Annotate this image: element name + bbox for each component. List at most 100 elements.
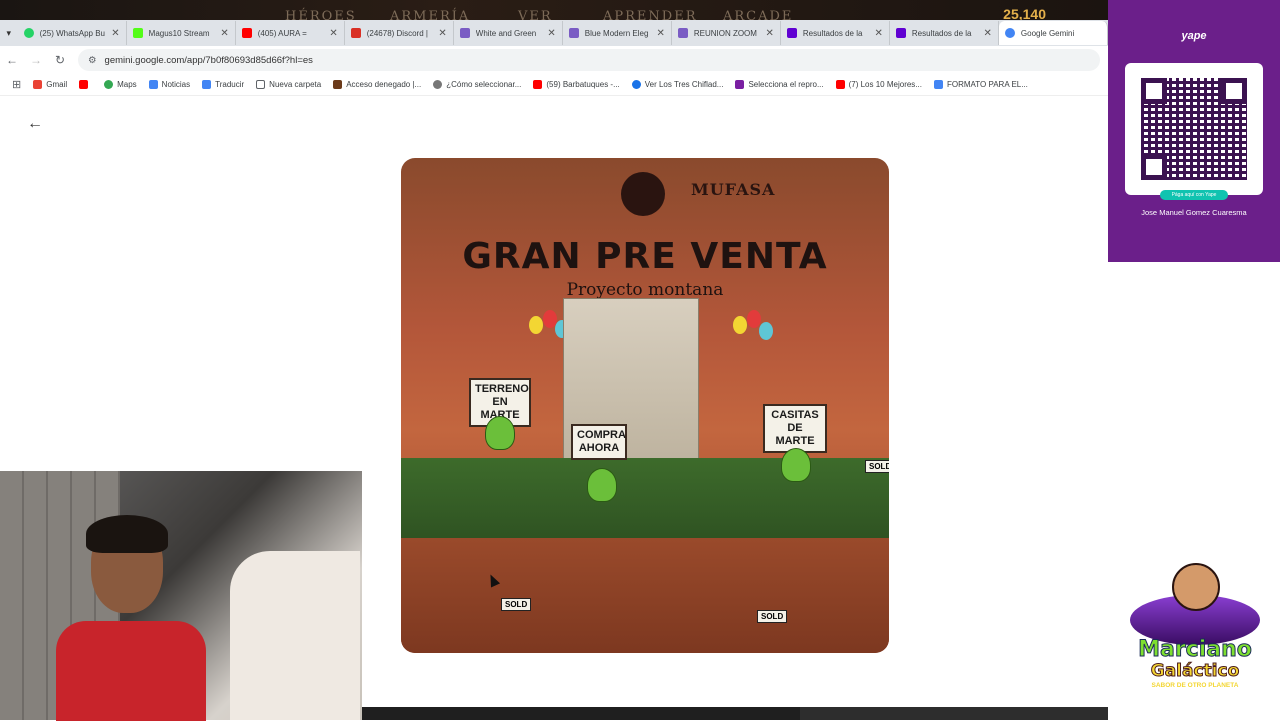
webcam-streamer	[56, 515, 206, 721]
bookmark-10-mejores[interactable]: (7) Los 10 Mejores...	[835, 80, 922, 89]
tab-close-icon[interactable]: ✕	[875, 28, 883, 39]
back-icon[interactable]: ←	[0, 53, 24, 67]
folder-icon	[256, 80, 266, 89]
bookmark-label: Nueva carpeta	[269, 80, 322, 89]
channel-logo-tagline: SABOR DE OTRO PLANETA	[1151, 682, 1239, 689]
tab-title: Magus10 Stream	[148, 28, 210, 38]
qr-finder-pattern	[1141, 78, 1167, 104]
tab-yahoo-results-1[interactable]: Resultados de la ✕	[781, 21, 890, 45]
bookmark-tres-chiflados[interactable]: Ver Los Tres Chiflad...	[631, 80, 724, 89]
poster-subtitle: Proyecto montana	[566, 280, 724, 300]
address-bar[interactable]: ⚙ gemini.google.com/app/7b0f80693d85d66f…	[78, 49, 1100, 71]
canva-icon	[677, 28, 688, 38]
kick-icon	[132, 28, 143, 38]
bookmark-label: Maps	[117, 80, 137, 89]
bookmark-label: (59) Barbatuques -...	[546, 80, 620, 89]
back-arrow-icon[interactable]: ←	[27, 115, 43, 133]
channel-logo-line2: Galáctico	[1150, 661, 1240, 682]
bookmark-acceso-denegado[interactable]: Acceso denegado |...	[333, 80, 421, 89]
tab-close-icon[interactable]: ✕	[329, 28, 337, 39]
tab-search-dropdown-icon[interactable]: ▾	[0, 28, 18, 39]
tab-title: Blue Modern Eleg	[584, 28, 649, 38]
poster-brand: MUFASA	[691, 180, 776, 199]
youtube-icon	[835, 80, 845, 89]
globe-icon	[433, 80, 443, 89]
balloon-icon	[747, 310, 761, 328]
player-icon	[735, 80, 745, 89]
tab-title: (25) WhatsApp Bu	[39, 28, 106, 38]
yahoo-icon	[895, 28, 906, 38]
webcam-overlay	[0, 471, 362, 721]
bookmark-label: Acceso denegado |...	[346, 80, 422, 89]
bookmark-como-seleccionar[interactable]: ¿Cómo seleccionar...	[433, 80, 521, 89]
tab-close-icon[interactable]: ✕	[765, 28, 773, 39]
tab-gemini[interactable]: Google Gemini	[998, 21, 1108, 45]
bookmarks-bar: ⊞ Gmail Maps Noticias Traducir Nueva car…	[0, 74, 1108, 96]
discord-icon	[350, 28, 361, 38]
apps-grid-icon[interactable]: ⊞	[12, 78, 21, 91]
yahoo-icon	[786, 28, 797, 38]
yape-pay-pill: Pága aquí con Yape	[1160, 190, 1228, 200]
tab-reunion-zoom[interactable]: REUNION ZOOM ✕	[672, 21, 781, 45]
translate-icon	[202, 80, 212, 89]
tab-close-icon[interactable]: ✕	[438, 28, 446, 39]
bookmark-gmail[interactable]: Gmail	[33, 80, 67, 89]
youtube-icon	[241, 28, 252, 38]
bookmark-label: ¿Cómo seleccionar...	[446, 80, 522, 89]
bookmark-label: Gmail	[46, 80, 68, 89]
tab-close-icon[interactable]: ✕	[547, 28, 555, 39]
gmail-icon	[33, 80, 43, 89]
qr-finder-pattern	[1141, 154, 1167, 180]
bookmark-traducir[interactable]: Traducir	[202, 80, 244, 89]
tab-discord[interactable]: (24678) Discord | ✕	[345, 21, 454, 45]
bookmark-selecciona-repro[interactable]: Selecciona el repro...	[735, 80, 824, 89]
bookmark-youtube[interactable]	[79, 80, 92, 89]
generated-image[interactable]: MUFASA GRAN PRE VENTA Proyecto montana T…	[401, 158, 889, 653]
taskbar-segment	[800, 707, 1108, 720]
bookmark-formato[interactable]: FORMATO PARA EL...	[933, 80, 1028, 89]
site-info-icon[interactable]: ⚙	[88, 55, 97, 66]
maps-icon	[104, 80, 114, 89]
reload-icon[interactable]: ↻	[48, 53, 72, 67]
tab-canva-white-green[interactable]: White and Green ✕	[454, 21, 563, 45]
whatsapp-icon	[23, 28, 34, 38]
qr-finder-pattern	[1221, 78, 1247, 104]
sold-tag: SOLD	[865, 460, 889, 473]
bookmark-label: Selecciona el repro...	[748, 80, 824, 89]
bookmark-label: Traducir	[215, 80, 245, 89]
taskbar-strip	[362, 707, 1108, 720]
gemini-sparkle-icon	[1004, 28, 1015, 38]
grass-lawn	[401, 458, 889, 538]
tab-close-icon[interactable]: ✕	[656, 28, 664, 39]
tab-youtube-aura[interactable]: (405) AURA = ✕	[236, 21, 345, 45]
url-text: gemini.google.com/app/7b0f80693d85d66f?h…	[104, 54, 313, 66]
tab-close-icon[interactable]: ✕	[984, 28, 992, 39]
streamer-hair	[86, 515, 168, 553]
tab-yahoo-results-2[interactable]: Resultados de la ✕	[890, 21, 999, 45]
tab-title: REUNION ZOOM	[693, 28, 757, 38]
tab-close-icon[interactable]: ✕	[111, 28, 119, 39]
forward-icon[interactable]: →	[24, 53, 48, 67]
tab-kick[interactable]: Magus10 Stream ✕	[127, 21, 236, 45]
balloon-icon	[759, 322, 773, 340]
yape-logo: yape	[1181, 30, 1207, 42]
bookmark-label: (7) Los 10 Mejores...	[848, 80, 922, 89]
canva-icon	[568, 28, 579, 38]
tab-title: White and Green	[475, 28, 537, 38]
tab-canva-blue-modern[interactable]: Blue Modern Eleg ✕	[563, 21, 672, 45]
bookmark-noticias[interactable]: Noticias	[148, 80, 190, 89]
tab-whatsapp[interactable]: (25) WhatsApp Bu ✕	[18, 21, 127, 45]
game-top-strip: HÉROES ARMERÍA VER APRENDER ARCADE 25,14…	[0, 0, 1108, 24]
tab-close-icon[interactable]: ✕	[220, 28, 228, 39]
bookmark-nueva-carpeta[interactable]: Nueva carpeta	[256, 80, 321, 89]
sold-tag: SOLD	[501, 598, 532, 611]
bookmark-maps[interactable]: Maps	[104, 80, 137, 89]
bookmark-label: Ver Los Tres Chiflad...	[644, 80, 724, 89]
tab-title: (405) AURA =	[257, 28, 307, 38]
balloon-icon	[733, 316, 747, 334]
yape-account-name: Jose Manuel Gomez Cuaresma	[1141, 208, 1247, 217]
bookmark-barbatuques[interactable]: (59) Barbatuques -...	[533, 80, 620, 89]
news-icon	[148, 80, 158, 89]
youtube-icon	[533, 80, 543, 89]
balloon-icon	[529, 316, 543, 334]
